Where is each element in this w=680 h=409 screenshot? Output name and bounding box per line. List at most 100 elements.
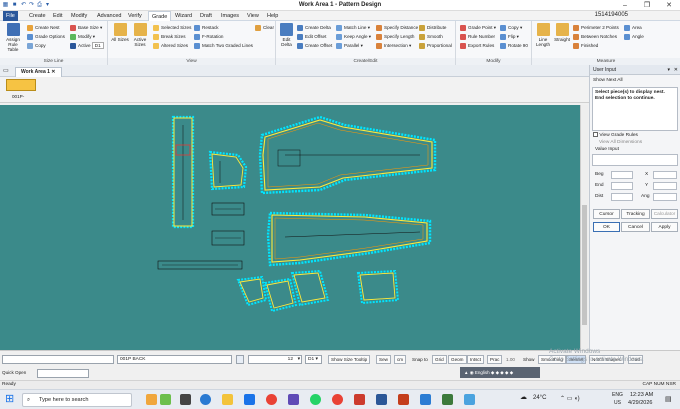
menu-advanced[interactable]: Advanced	[94, 11, 124, 21]
region-code[interactable]: US	[614, 400, 621, 406]
menu-draft[interactable]: Draft	[197, 11, 215, 21]
pattern-design-icon[interactable]	[442, 394, 453, 405]
menu-view[interactable]: View	[244, 11, 262, 21]
pattern-piece-facing-3[interactable]	[290, 269, 330, 307]
canvas-vertical-scrollbar[interactable]	[580, 105, 588, 350]
flip-button[interactable]: Flip ▾	[500, 33, 519, 41]
pattern-piece-pocket[interactable]	[208, 150, 248, 191]
perimeter-2-points-button[interactable]: Perimeter 2 Points	[573, 24, 619, 32]
calculator-button[interactable]: Calculator	[651, 209, 678, 219]
menu-wizard[interactable]: Wizard	[172, 11, 195, 21]
apply-button[interactable]: Apply	[651, 222, 678, 232]
menu-images[interactable]: Images	[218, 11, 242, 21]
edit-delta-button[interactable]: Edit Delta	[278, 23, 295, 47]
snap-geom-button[interactable]: Geom	[448, 355, 467, 364]
assign-rule-table-button[interactable]: Assign Rule Table	[3, 23, 23, 52]
menu-edit[interactable]: Edit	[50, 11, 65, 21]
menu-modify[interactable]: Modify	[68, 11, 90, 21]
close-tab-icon[interactable]: ✕	[51, 69, 55, 75]
modify-button[interactable]: Modify ▾	[70, 33, 95, 41]
taskbar-app-icon[interactable]	[160, 394, 171, 405]
pattern-piece-waistband[interactable]	[171, 115, 195, 229]
export-rules-button[interactable]: Export Rules	[460, 42, 494, 50]
scrollbar-thumb[interactable]	[582, 205, 587, 325]
taskbar-search[interactable]: ⌕ Type here to search	[22, 393, 132, 407]
altered-sizes-button[interactable]: Altered Sizes	[153, 42, 188, 50]
sew-button[interactable]: Sew	[376, 355, 391, 364]
create-offset-button[interactable]: Create Offset	[297, 42, 332, 50]
pattern-piece-flap-1[interactable]	[211, 202, 245, 216]
windows-start-icon[interactable]: ⊞	[5, 393, 14, 406]
between-notches-button[interactable]: Between Notches	[573, 33, 617, 41]
rule-number-button[interactable]: Rule Number	[460, 33, 495, 41]
pattern-piece-back[interactable]	[258, 115, 437, 195]
intersection-button[interactable]: Intersection ▾	[376, 42, 411, 50]
break-sizes-button[interactable]: Break Sizes	[153, 33, 186, 41]
app-icon[interactable]	[464, 394, 475, 405]
show-size-tooltip-button[interactable]: Show Size Tooltip	[328, 355, 371, 364]
taskbar-app-icon[interactable]	[146, 394, 157, 405]
word-icon[interactable]	[376, 394, 387, 405]
active-size-control[interactable]: Active D1	[70, 42, 104, 50]
size-code-select[interactable]: D1 ▾	[305, 355, 322, 364]
chrome-icon[interactable]	[266, 394, 277, 405]
menu-create[interactable]: Create	[26, 11, 49, 21]
pattern-piece-facing-1[interactable]	[236, 275, 268, 307]
x-field[interactable]	[653, 171, 677, 179]
specify-distance-button[interactable]: Specify Distance	[376, 24, 418, 32]
panel-pin-icon[interactable]: ▾	[667, 65, 670, 75]
base-size-button[interactable]: Base Size ▾	[70, 24, 102, 32]
edge-icon[interactable]	[200, 394, 211, 405]
language-code[interactable]: ENG	[612, 392, 623, 398]
quick-open-field[interactable]	[37, 369, 89, 378]
view-grade-rules-checkbox[interactable]: View Grade Rules	[593, 132, 638, 139]
work-area-canvas[interactable]	[0, 105, 580, 350]
maximize-button[interactable]: ❐	[636, 0, 658, 11]
clock-date[interactable]: 4/29/2026	[628, 400, 652, 406]
folder-icon[interactable]: ▭	[3, 67, 9, 74]
menu-grade[interactable]: Grade	[148, 11, 172, 21]
close-button[interactable]: ✕	[658, 0, 680, 11]
ok-button[interactable]: OK	[593, 222, 620, 232]
grade-point-button[interactable]: Grade Point ▾	[460, 24, 496, 32]
cancel-button[interactable]: Cancel	[621, 222, 650, 232]
ang-field[interactable]	[653, 193, 677, 201]
restack-button[interactable]: Restack	[194, 24, 219, 32]
pattern-piece-facing-4[interactable]	[356, 269, 400, 305]
powerpoint-icon[interactable]	[398, 394, 409, 405]
panel-close-icon[interactable]: ✕	[674, 65, 678, 75]
file-explorer-icon[interactable]	[222, 394, 233, 405]
menu-help[interactable]: Help	[264, 11, 281, 21]
angle-button[interactable]: Angle	[624, 33, 644, 41]
end-field[interactable]	[611, 182, 633, 190]
pattern-piece-strip[interactable]	[157, 260, 243, 270]
create-nest-button[interactable]: Create Nest	[27, 24, 60, 32]
snap-intsct-button[interactable]: Intsct	[467, 355, 484, 364]
specify-length-button[interactable]: Specify Length	[376, 33, 414, 41]
piece-name-field[interactable]: 001P BACK	[117, 355, 232, 364]
pattern-piece-facing-2[interactable]	[263, 277, 298, 313]
mail-icon[interactable]	[244, 394, 255, 405]
task-view-icon[interactable]	[180, 394, 191, 405]
snap-prac-button[interactable]: Prac	[487, 355, 503, 364]
weather-icon[interactable]: ☁	[520, 393, 527, 401]
selected-sizes-button[interactable]: Selected Sizes	[153, 24, 191, 32]
tray-icons[interactable]: ⌃ ▭ ◖)	[560, 395, 580, 402]
command-field[interactable]	[2, 355, 114, 364]
finished-button[interactable]: Finished	[573, 42, 598, 50]
all-sizes-button[interactable]: All Sizes	[111, 23, 129, 42]
smooth-button[interactable]: Smooth	[419, 33, 443, 41]
piece-icon[interactable]	[236, 355, 244, 364]
cm-button[interactable]: cm	[394, 355, 407, 364]
language-bar[interactable]: ▲ ◉ English ◆ ◆ ◆ ◆ ◆	[460, 367, 540, 378]
match-two-graded-lines-button[interactable]: Match Two Graded Lines	[194, 42, 253, 50]
menu-file[interactable]: File	[3, 11, 18, 21]
show-next-all-label[interactable]: Show Next All	[593, 78, 623, 84]
pattern-piece-front[interactable]	[266, 211, 432, 267]
clear-button[interactable]: Clear	[255, 24, 274, 32]
value-input-field[interactable]	[592, 154, 678, 166]
keep-angle-button[interactable]: Keep Angle ▾	[336, 33, 371, 41]
parallel-button[interactable]: Parallel ▾	[336, 42, 363, 50]
minimize-button[interactable]: –	[614, 0, 636, 11]
snap-grid-button[interactable]: Grid	[432, 355, 447, 364]
